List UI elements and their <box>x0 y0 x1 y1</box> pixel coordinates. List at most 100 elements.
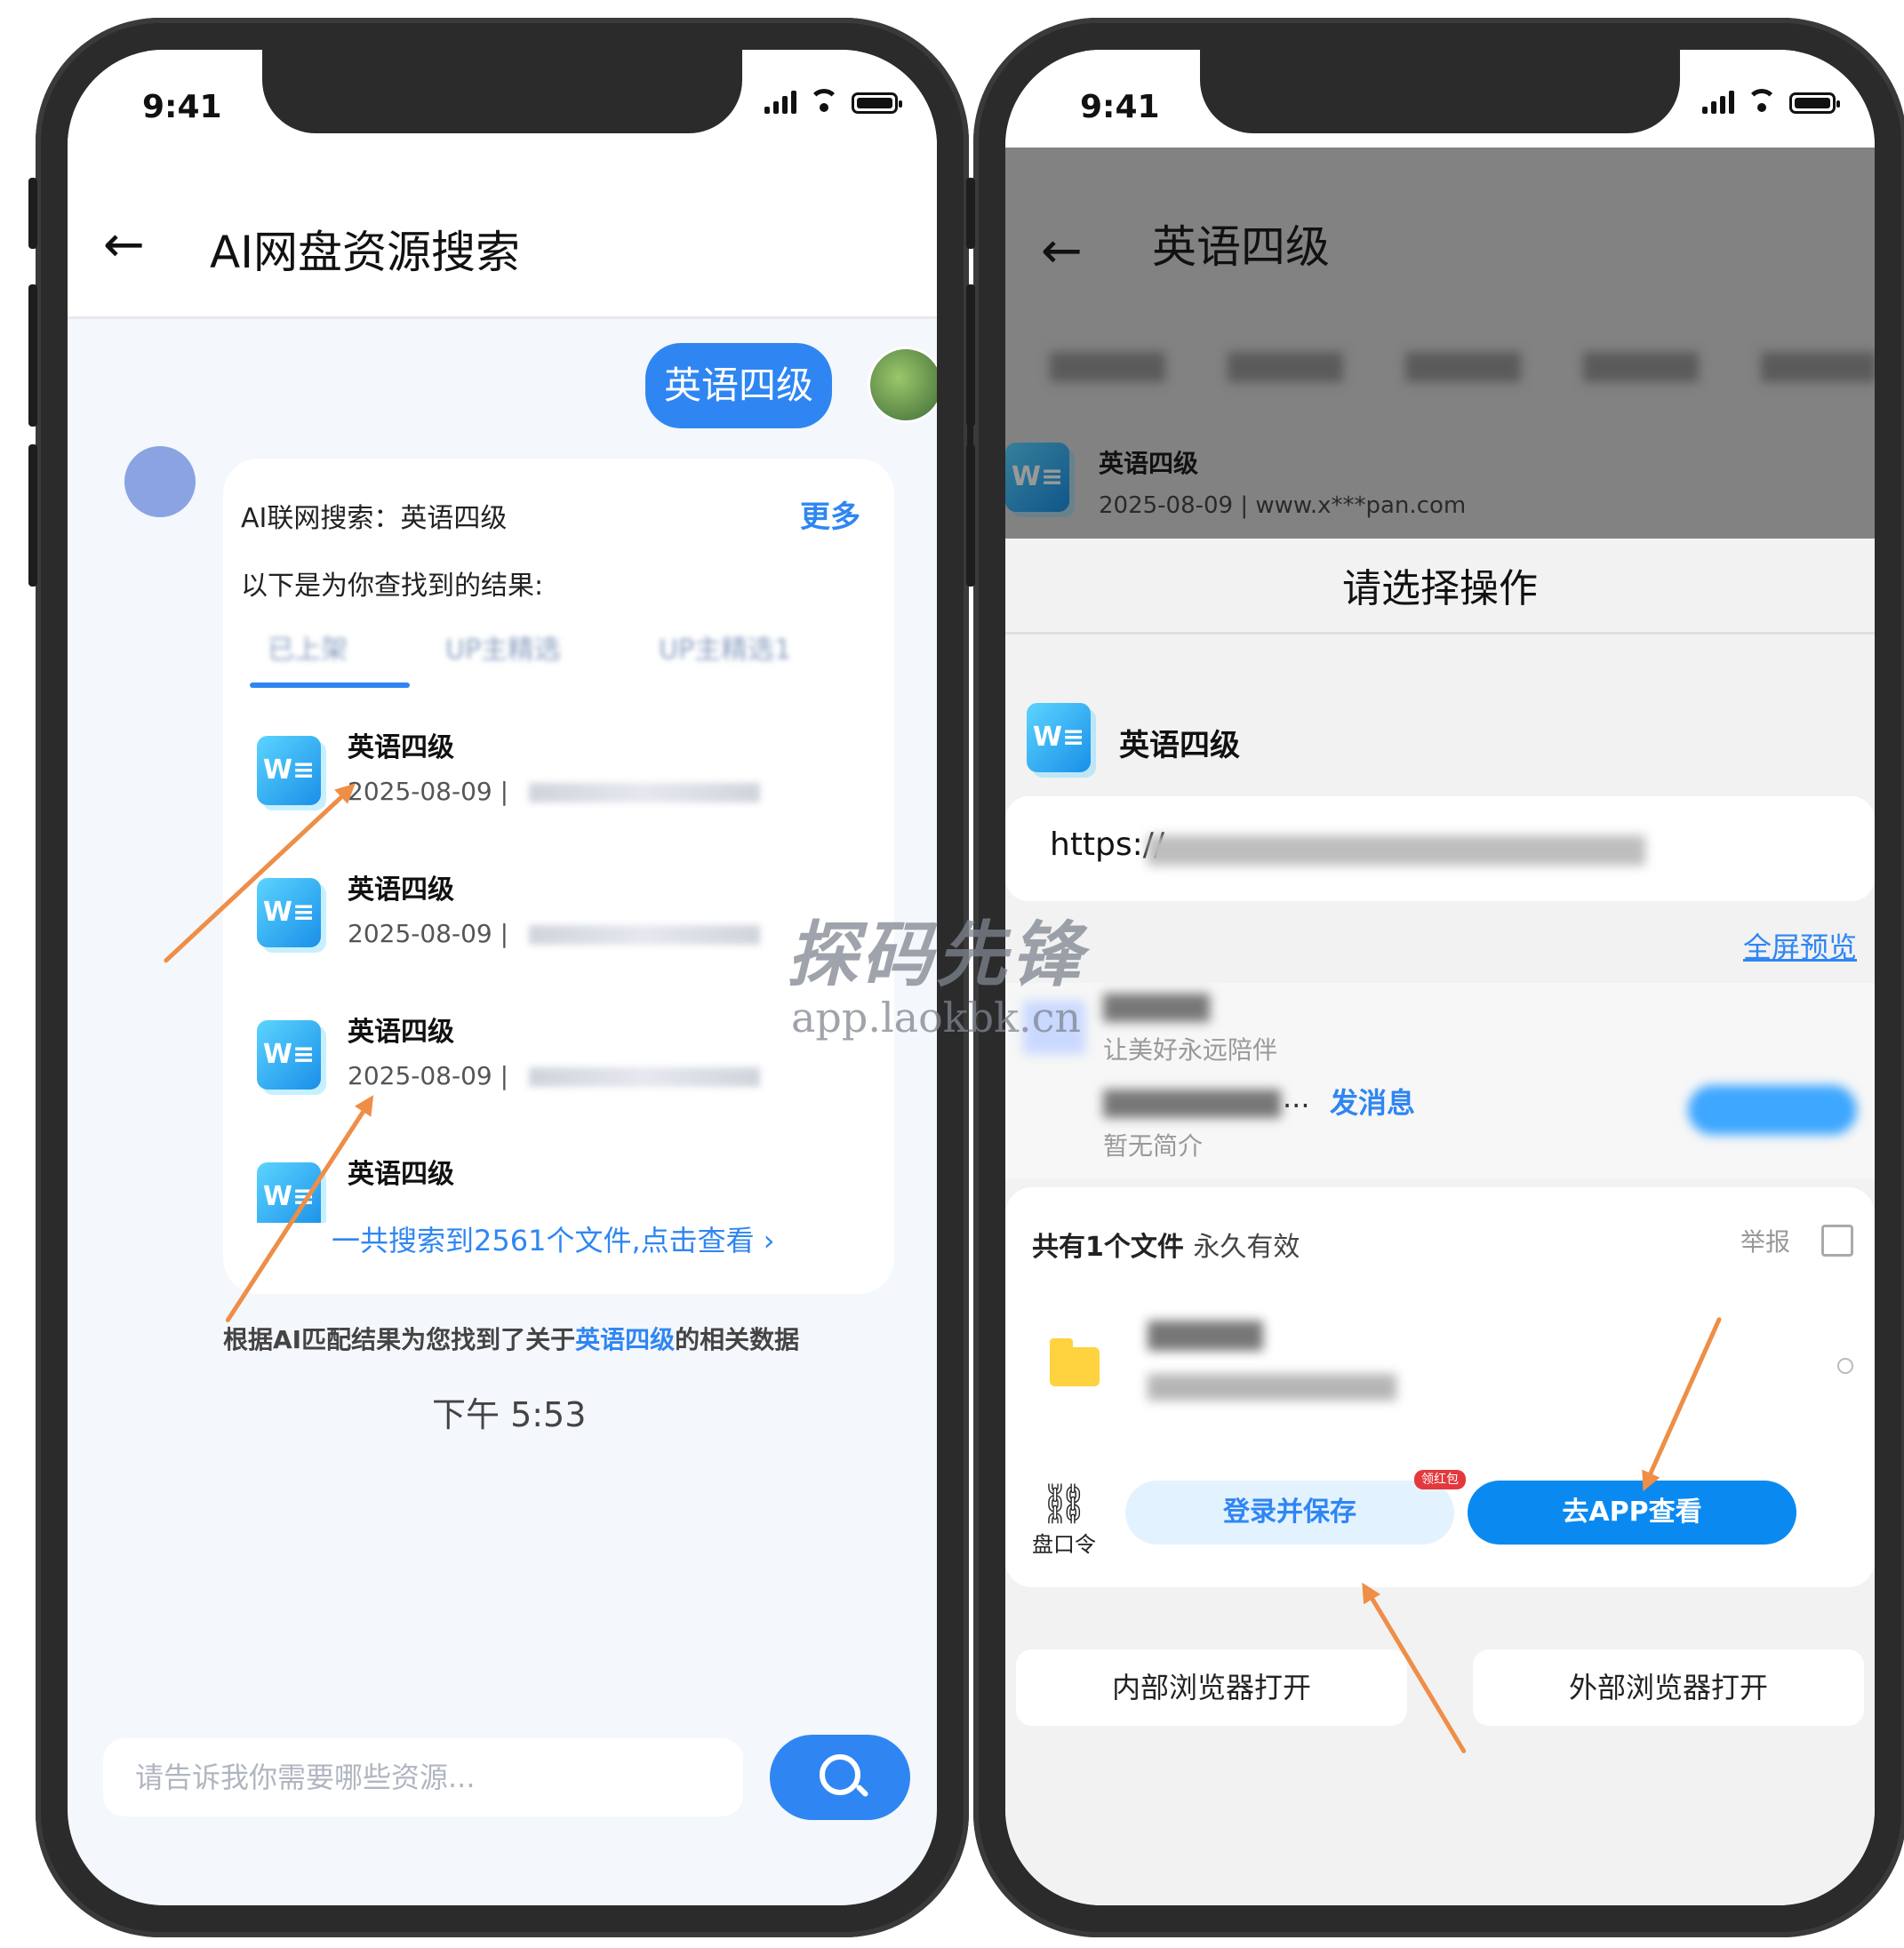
result-tabs: 已上架 UP主精选 UP主精选1 <box>241 619 818 675</box>
no-intro-text: 暂无简介 <box>1103 1131 1204 1161</box>
watermark-site: app.laokbk.cn <box>791 994 1081 1042</box>
folder-date-blurred <box>1148 1374 1396 1401</box>
outer-browser-button[interactable]: 外部浏览器打开 <box>1473 1649 1864 1726</box>
login-save-button[interactable]: 登录并保存 <box>1125 1481 1454 1545</box>
result-date: 2025-08-09 <box>348 777 492 806</box>
total-files-text: 一共搜索到2561个文件,点击查看 <box>332 1224 755 1257</box>
file-count: 共有1个文件 永久有效 <box>1032 1225 1300 1264</box>
divider <box>1005 632 1875 635</box>
validity-text: 永久有效 <box>1193 1232 1300 1263</box>
sheet-title: 请选择操作 <box>1342 566 1538 611</box>
battery-icon <box>1789 92 1840 114</box>
volume-up-button <box>28 284 37 427</box>
file-panel: 共有1个文件 永久有效 举报 ⛓ 盘口令 登录并保存 领红包 去APP查看 <box>1005 1187 1875 1587</box>
watermark-title: 探码先锋 <box>787 914 1085 996</box>
send-message-link[interactable]: 发消息 <box>1330 1081 1415 1122</box>
result-title: 英语四级 <box>348 874 454 906</box>
list-item[interactable]: W≡ 英语四级 2025-08-09 | <box>250 858 872 1001</box>
watermark: 探码先锋 app.laokbk.cn <box>787 898 1085 1042</box>
active-tab-indicator <box>250 683 410 688</box>
system-icons <box>764 89 902 114</box>
total-files-link[interactable]: 一共搜索到2561个文件,点击查看 › <box>332 1218 775 1259</box>
summary-suffix: 的相关数据 <box>675 1325 800 1354</box>
search-input[interactable] <box>103 1738 743 1816</box>
word-file-icon: W≡ <box>257 1020 321 1090</box>
result-date: 2025-08-09 <box>348 919 492 948</box>
volume-down-button <box>966 444 975 587</box>
result-site-blurred <box>528 925 760 945</box>
share-profile: 让美好永远陪伴 ... 发消息 暂无简介 <box>1005 983 1875 1178</box>
folder-icon <box>1050 1338 1100 1386</box>
select-all-checkbox[interactable] <box>1821 1225 1853 1257</box>
search-input-box <box>103 1738 743 1816</box>
profile-slogan: 让美好永远陪伴 <box>1103 1035 1278 1065</box>
file-count-text: 共有1个文件 <box>1032 1232 1184 1263</box>
link-icon: ⛓ <box>1039 1481 1089 1527</box>
status-time: 9:41 <box>142 89 222 125</box>
system-icons <box>1702 89 1840 114</box>
signal-icon <box>1702 89 1734 114</box>
word-file-icon: W≡ <box>257 878 321 947</box>
dimmed-page-header: ← 英语四级 W≡ 英语四级 2025-08-09 | www.x***pan.… <box>1005 148 1875 539</box>
right-screen: 9:41 ← 英语四级 W≡ 英语四级 2025-08-09 | www.x**… <box>1005 50 1875 1905</box>
volume-down-button <box>28 444 37 587</box>
open-app-button[interactable]: 去APP查看 <box>1468 1481 1796 1545</box>
tab-0[interactable]: 已上架 <box>241 619 374 675</box>
message-timestamp: 下午 5:53 <box>432 1395 587 1434</box>
folder-radio[interactable] <box>1837 1358 1853 1374</box>
sharer-blurred <box>1103 1090 1281 1118</box>
result-site-blurred <box>528 783 760 802</box>
username-blurred <box>1103 994 1210 1022</box>
status-bar: 9:41 <box>1005 50 1875 148</box>
pan-code-button[interactable]: ⛓ 盘口令 <box>1032 1482 1096 1558</box>
follow-button-blurred[interactable] <box>1688 1085 1857 1135</box>
red-packet-badge: 领红包 <box>1414 1470 1466 1489</box>
file-meta: 2025-08-09 | www.x***pan.com <box>1099 492 1467 519</box>
tab-2[interactable]: UP主精选1 <box>632 619 818 675</box>
sheet-file-title: 英语四级 <box>1119 728 1240 763</box>
volume-up-button <box>966 284 975 427</box>
result-site-blurred <box>528 1067 760 1087</box>
right-phone: 9:41 ← 英语四级 W≡ 英语四级 2025-08-09 | www.x**… <box>966 18 1904 1937</box>
url-blurred <box>1148 835 1645 866</box>
status-bar: 9:41 <box>68 50 937 148</box>
user-query-bubble: 英语四级 <box>645 343 832 428</box>
word-file-icon: W≡ <box>257 736 321 805</box>
mute-switch <box>966 178 975 249</box>
result-title: 英语四级 <box>348 1159 454 1190</box>
file-date: 2025-08-09 <box>1099 492 1234 519</box>
url-box[interactable]: https:// <box>1005 796 1875 901</box>
page-title: AI网盘资源搜索 <box>210 227 520 278</box>
status-time: 9:41 <box>1080 89 1160 125</box>
ai-summary: 根据AI匹配结果为您找到了关于英语四级的相关数据 <box>223 1321 799 1356</box>
page-title: 英语四级 <box>1152 221 1330 273</box>
list-item[interactable]: W≡ 英语四级 <box>250 1143 872 1223</box>
user-avatar[interactable] <box>868 347 937 423</box>
back-arrow-icon[interactable]: ← <box>103 220 145 270</box>
search-icon <box>820 1754 860 1795</box>
page-header: ← AI网盘资源搜索 <box>68 148 937 319</box>
fullscreen-preview-link[interactable]: 全屏预览 <box>1743 925 1857 966</box>
signal-icon <box>764 89 796 114</box>
result-date: 2025-08-09 <box>348 1061 492 1090</box>
inner-browser-button[interactable]: 内部浏览器打开 <box>1016 1649 1407 1726</box>
tab-1[interactable]: UP主精选 <box>419 619 588 675</box>
more-link[interactable]: 更多 <box>800 492 860 536</box>
search-button[interactable] <box>770 1735 910 1820</box>
pan-code-label: 盘口令 <box>1032 1532 1096 1557</box>
result-meta: 2025-08-09 | <box>348 919 760 948</box>
file-site: www.x***pan.com <box>1255 492 1467 519</box>
summary-prefix: 根据AI匹配结果为您找到了关于 <box>223 1325 576 1354</box>
word-file-icon: W≡ <box>1027 703 1091 772</box>
report-link[interactable]: 举报 <box>1740 1223 1790 1258</box>
back-arrow-icon[interactable]: ← <box>1041 222 1083 280</box>
result-title: 英语四级 <box>348 1017 454 1048</box>
list-item[interactable]: W≡ 英语四级 2025-08-09 | <box>250 1001 872 1143</box>
wifi-icon <box>1747 89 1777 114</box>
notch <box>1200 50 1680 133</box>
file-title: 英语四级 <box>1099 449 1199 478</box>
sharer-ellipsis: ... <box>1283 1081 1310 1114</box>
word-file-icon: W≡ <box>1005 443 1069 512</box>
search-line: AI联网搜索：英语四级 <box>241 503 508 534</box>
mute-switch <box>28 178 37 249</box>
